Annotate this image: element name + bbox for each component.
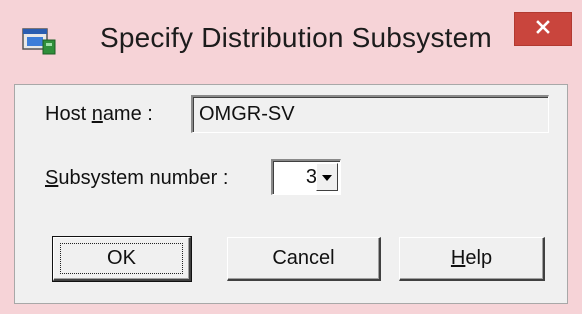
cancel-button-label: Cancel <box>272 247 335 269</box>
subsystem-number-value: 3 <box>305 166 317 188</box>
ok-button[interactable]: OK <box>52 236 192 282</box>
close-icon <box>535 19 551 40</box>
subsystem-number-select[interactable]: 3 <box>271 159 341 195</box>
subsystem-number-label: Subsystem number : <box>45 167 229 189</box>
focus-rectangle <box>60 243 183 274</box>
help-button-label: Help <box>450 247 493 269</box>
help-button[interactable]: Help <box>399 237 545 281</box>
cancel-button[interactable]: Cancel <box>227 237 381 281</box>
window-title: Specify Distribution Subsystem <box>100 22 492 53</box>
title-bar: Specify Distribution Subsystem <box>0 0 582 84</box>
host-name-label: Host name : <box>45 103 153 125</box>
host-name-field: OMGR-SV <box>191 95 549 133</box>
chevron-down-icon <box>322 168 332 186</box>
dropdown-button[interactable] <box>316 163 338 191</box>
dialog-body: Host name : OMGR-SV Subsystem number : 3… <box>14 84 568 304</box>
window-app-icon <box>22 26 56 56</box>
close-button[interactable] <box>514 12 572 46</box>
